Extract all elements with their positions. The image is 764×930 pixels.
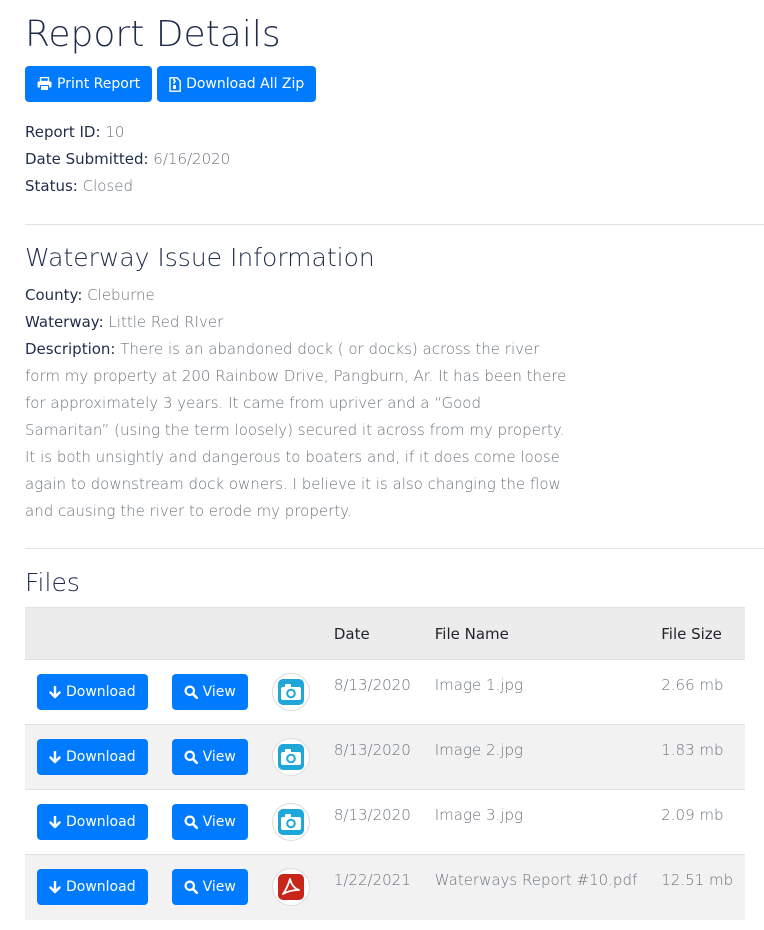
table-row: Download View 1/22/2021 Waterways Report… (25, 854, 746, 920)
camera-icon (271, 803, 310, 841)
action-buttons: Print Report Download All Zip (25, 66, 317, 102)
pdf-icon (271, 868, 310, 907)
download-button[interactable]: Download (37, 674, 148, 710)
arrow-down-icon (49, 750, 61, 764)
download-button[interactable]: Download (37, 869, 148, 906)
file-date: 8/13/2020 (321, 789, 423, 855)
waterway: Waterway: Little Red RIver (25, 313, 224, 331)
view-button[interactable]: View (171, 674, 248, 710)
zip-file-icon (169, 76, 181, 92)
waterway-section-title: Waterway Issue Information (25, 243, 375, 272)
camera-icon (271, 673, 310, 711)
section-divider (25, 548, 764, 549)
file-name: Waterways Report #10.pdf (422, 854, 650, 920)
column-header (259, 607, 322, 660)
table-header-row: Date File Name File Size (25, 607, 746, 660)
file-name: Image 1.jpg (422, 659, 650, 725)
print-report-button[interactable]: Print Report (25, 66, 153, 102)
date-submitted: Date Submitted: 6/16/2020 (25, 150, 231, 168)
county: County: Cleburne (25, 286, 155, 304)
arrow-down-icon (49, 815, 61, 829)
search-icon (184, 750, 198, 764)
file-size: 1.83 mb (649, 724, 746, 790)
search-icon (184, 815, 198, 829)
file-size: 12.51 mb (649, 854, 746, 920)
arrow-down-icon (49, 685, 61, 699)
arrow-down-icon (49, 880, 61, 894)
files-table: Date File Name File Size Download View 8… (25, 607, 746, 920)
table-row: Download View 8/13/2020 (25, 789, 746, 855)
view-button[interactable]: View (171, 804, 248, 840)
page-title: Report Details (25, 14, 281, 55)
search-icon (184, 880, 198, 895)
file-name: Image 2.jpg (422, 724, 650, 790)
camera-icon (271, 738, 310, 776)
description: Description: There is an abandoned dock … (25, 340, 567, 520)
file-size: 2.66 mb (649, 659, 746, 725)
report-status: Status: Closed (25, 177, 134, 195)
column-header (25, 607, 160, 660)
column-header (159, 607, 260, 660)
download-button[interactable]: Download (37, 739, 148, 775)
table-row: Download View 8/13/2020 (25, 659, 746, 725)
print-report-label: Print Report (57, 76, 141, 92)
download-all-zip-button[interactable]: Download All Zip (157, 66, 317, 102)
download-button[interactable]: Download (37, 804, 148, 840)
section-divider (25, 224, 764, 225)
search-icon (184, 685, 198, 699)
file-date: 1/22/2021 (321, 854, 423, 920)
files-section-title: Files (25, 568, 80, 597)
column-header-file-name: File Name (422, 607, 650, 660)
view-button[interactable]: View (171, 869, 248, 906)
file-date: 8/13/2020 (321, 659, 423, 725)
table-row: Download View 8/13/2020 (25, 724, 746, 790)
file-name: Image 3.jpg (422, 789, 650, 855)
report-id: Report ID: 10 (25, 123, 125, 141)
file-date: 8/13/2020 (321, 724, 423, 790)
file-size: 2.09 mb (649, 789, 746, 855)
printer-icon (37, 77, 52, 91)
column-header-file-size: File Size (649, 607, 746, 660)
download-all-zip-label: Download All Zip (186, 76, 305, 92)
view-button[interactable]: View (171, 739, 248, 775)
column-header-date: Date (321, 607, 423, 660)
